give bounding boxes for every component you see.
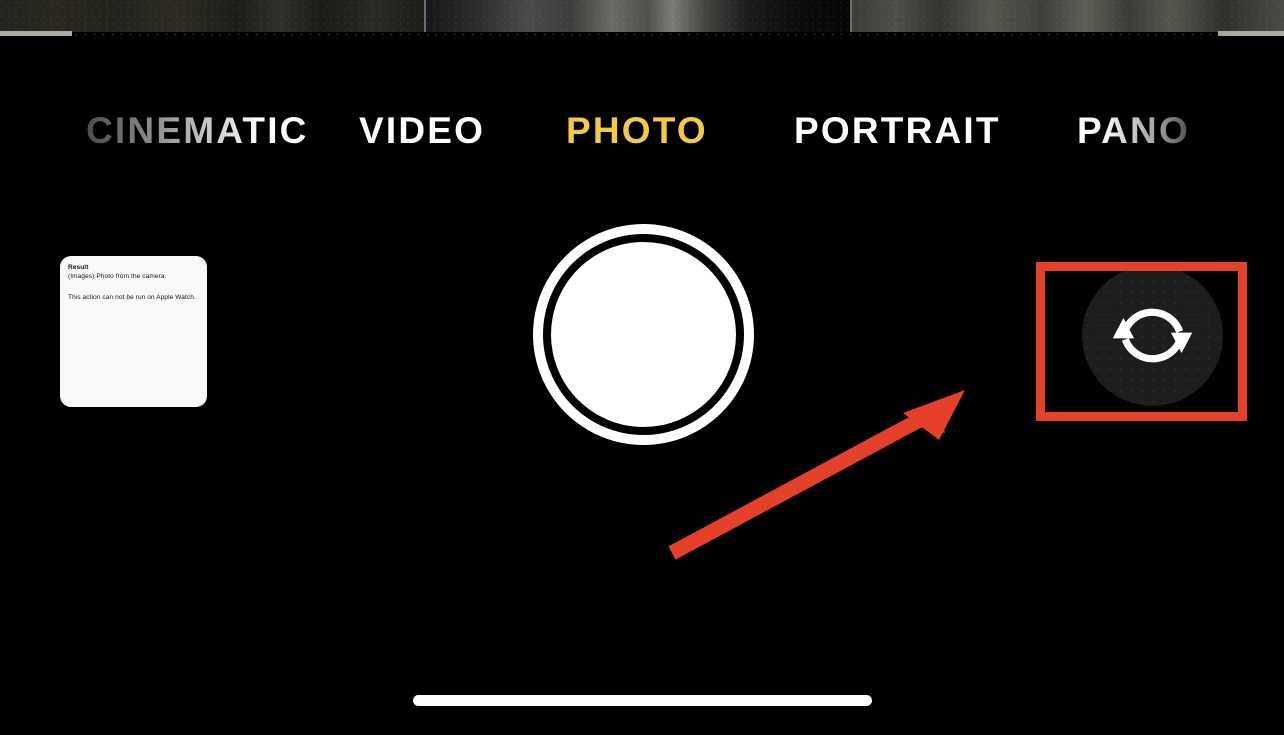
shortcut-result-card[interactable]: Result (Images) Photo from the camera. T… bbox=[60, 256, 207, 407]
preview-bottom-texture bbox=[0, 33, 1284, 36]
camera-screen: CINEMATIC VIDEO PHOTO PORTRAIT PANO Resu… bbox=[0, 0, 1284, 735]
mode-tab-pano[interactable]: PANO bbox=[1077, 105, 1190, 157]
shutter-ring-gap bbox=[543, 234, 744, 435]
result-card-content: Result (Images) Photo from the camera. T… bbox=[60, 256, 207, 302]
preview-noise bbox=[426, 0, 850, 32]
home-indicator[interactable] bbox=[413, 695, 872, 706]
mode-tab-portrait[interactable]: PORTRAIT bbox=[794, 105, 1001, 157]
mode-tab-cinematic[interactable]: CINEMATIC bbox=[86, 105, 309, 157]
preview-thumbnail-1 bbox=[0, 0, 424, 32]
shutter-inner-circle bbox=[551, 242, 736, 427]
camera-preview-strip bbox=[0, 0, 1284, 36]
mode-tab-photo[interactable]: PHOTO bbox=[566, 105, 708, 157]
mode-tab-video[interactable]: VIDEO bbox=[359, 105, 485, 157]
preview-noise bbox=[0, 0, 424, 32]
preview-thumbnail-3 bbox=[852, 0, 1284, 32]
preview-thumbnail-2 bbox=[426, 0, 850, 32]
preview-noise bbox=[852, 0, 1284, 32]
flip-highlight-box bbox=[1036, 262, 1247, 421]
preview-divider-1 bbox=[424, 0, 426, 32]
preview-divider-2 bbox=[850, 0, 852, 32]
shutter-button[interactable] bbox=[533, 224, 754, 445]
result-card-subtitle: (Images) Photo from the camera. bbox=[68, 273, 167, 281]
result-card-note: This action can not be run on Apple Watc… bbox=[68, 293, 196, 301]
result-card-title: Result bbox=[68, 264, 89, 271]
camera-mode-selector[interactable]: CINEMATIC VIDEO PHOTO PORTRAIT PANO bbox=[0, 105, 1284, 157]
